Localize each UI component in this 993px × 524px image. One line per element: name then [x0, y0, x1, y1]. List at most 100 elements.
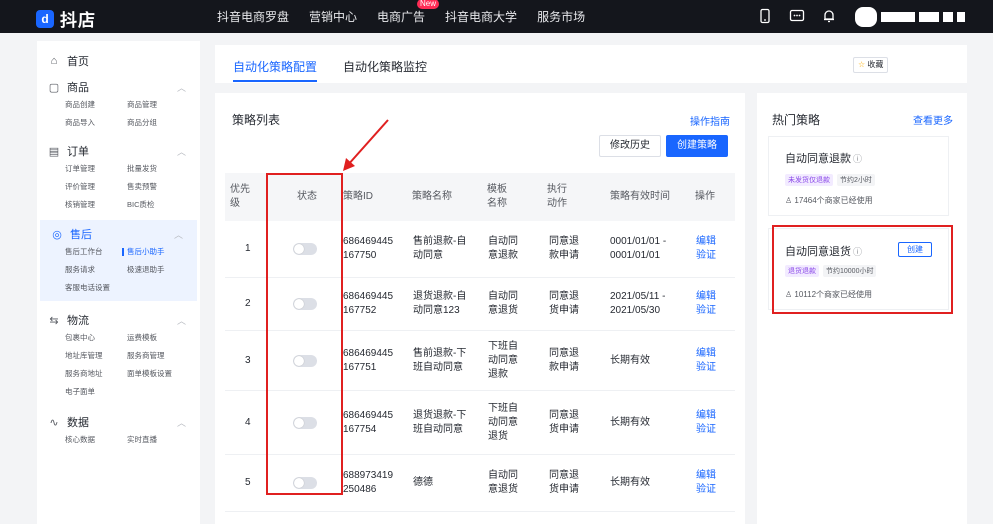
favorite-button[interactable]: ☆ 收藏	[853, 57, 889, 73]
sidebar-subitem-current[interactable]: 售后小助手	[122, 245, 200, 259]
shopping-bag-icon: ▢	[48, 81, 60, 94]
users-icon: ♙	[785, 196, 795, 205]
tab-strategy-config[interactable]: 自动化策略配置	[233, 58, 318, 82]
verify-link[interactable]: 验证	[696, 423, 716, 437]
chevron-up-icon[interactable]: ︿	[177, 145, 186, 158]
sidebar-subitems: 商品创建 商品管理 商品导入 商品分组	[37, 98, 200, 136]
priority-cell: 4	[245, 416, 251, 428]
annotation-box-status-column	[266, 173, 343, 495]
sidebar-subitem[interactable]: 包裹中心	[65, 331, 127, 345]
strategy-name-cell: 售前退款-自 动同意	[413, 236, 467, 261]
sidebar-subitem[interactable]: 商品导入	[65, 116, 127, 130]
sidebar-item-orders[interactable]: ▤ 订单 ︿	[37, 140, 200, 162]
column-header: 优先级	[230, 184, 250, 209]
sidebar-group-home: ⌂ 首页	[37, 50, 200, 72]
sidebar-subitems: 订单管理 批量发货 评价管理 售卖预警 核销管理 BIC质检	[37, 162, 200, 218]
sidebar-subitem[interactable]: BIC质检	[127, 198, 200, 212]
sidebar-subitem[interactable]: 商品管理	[127, 98, 200, 112]
tag-list: 未发货仅退款 节约2小时	[785, 174, 875, 186]
nav-compass[interactable]: 抖音电商罗盘	[217, 8, 289, 25]
verify-link[interactable]: 验证	[696, 304, 716, 318]
sidebar-group-label: 物流	[67, 315, 89, 327]
strategy-id-cell: 686469445 167750	[343, 236, 394, 261]
nav-service-market[interactable]: 服务市场	[537, 8, 585, 25]
sidebar-subitem[interactable]: 面单模板设置	[127, 367, 200, 381]
bell-icon[interactable]	[820, 8, 837, 25]
template-cell: 自动同 意退货	[488, 291, 518, 316]
hot-strategy-title: 自动同意退款	[785, 153, 851, 165]
column-header: 策略名称	[412, 191, 452, 202]
edit-link[interactable]: 编辑	[696, 409, 716, 423]
nav-ads[interactable]: 电商广告 New	[377, 0, 440, 25]
strategy-id-cell: 686469445 167752	[343, 291, 394, 316]
verify-link[interactable]: 验证	[696, 483, 716, 497]
sidebar-subitem[interactable]: 评价管理	[65, 180, 127, 194]
view-more-link[interactable]: 查看更多	[913, 112, 953, 127]
sidebar-subitem[interactable]: 极速退助手	[127, 263, 200, 277]
create-strategy-button[interactable]: 创建策略	[666, 135, 728, 157]
sidebar-subitem[interactable]: 订单管理	[65, 162, 127, 176]
edit-link[interactable]: 编辑	[696, 347, 716, 361]
tab-strategy-monitor[interactable]: 自动化策略监控	[343, 58, 427, 75]
sidebar-subitem[interactable]: 批量发货	[127, 162, 200, 176]
sidebar-subitem[interactable]: 商品创建	[65, 98, 127, 112]
nav-university[interactable]: 抖音电商大学	[445, 8, 517, 25]
priority-cell: 3	[245, 354, 251, 366]
top-nav: 抖音电商罗盘 营销中心 电商广告 New 抖音电商大学 服务市场	[217, 0, 585, 33]
strategy-name-cell: 售前退款-下 班自动同意	[413, 347, 467, 373]
sidebar-subitem[interactable]: 服务商管理	[127, 349, 200, 363]
section-title: 策略列表	[232, 113, 281, 127]
section-title: 热门策略	[772, 113, 821, 127]
sidebar-subitem[interactable]: 核销管理	[65, 198, 127, 212]
chevron-up-icon[interactable]: ︿	[177, 314, 186, 327]
guide-link[interactable]: 操作指南	[690, 113, 730, 128]
sidebar-subitem[interactable]: 客服电话设置	[65, 281, 127, 295]
verify-link[interactable]: 验证	[696, 361, 716, 375]
sidebar-subitem[interactable]: 电子面单	[65, 385, 127, 399]
sidebar-subitem[interactable]: 运费模板	[127, 331, 200, 345]
logo[interactable]: d 抖店	[36, 6, 96, 31]
nav-marketing[interactable]: 营销中心	[309, 8, 357, 25]
sidebar-subitem[interactable]: 售卖预警	[127, 180, 200, 194]
sidebar-item-data[interactable]: ∿ 数据 ︿	[37, 411, 200, 433]
avatar	[855, 7, 877, 27]
help-icon: ⓘ	[853, 154, 863, 164]
sidebar-subitem[interactable]: 售后工作台	[65, 245, 127, 259]
edit-link[interactable]: 编辑	[696, 469, 716, 483]
tab-label: 自动化策略配置	[233, 60, 318, 74]
sidebar-subitem[interactable]: 服务请求	[65, 263, 127, 277]
usage-count: ♙ 17464个商家已经使用	[785, 195, 873, 206]
strategy-id-cell: 686469445 167754	[343, 409, 394, 435]
tag: 未发货仅退款	[785, 174, 833, 186]
operations-cell: 编辑 验证	[696, 278, 716, 330]
sidebar-group-label: 售后	[70, 229, 92, 241]
sidebar-item-home[interactable]: ⌂ 首页	[37, 50, 200, 72]
chevron-up-icon[interactable]: ︿	[174, 228, 183, 241]
message-icon[interactable]	[788, 8, 805, 25]
operations-cell: 编辑 验证	[696, 391, 716, 454]
history-button[interactable]: 修改历史	[599, 135, 661, 157]
action-cell: 同意退 款申请	[549, 236, 579, 261]
valid-time-cell: 长期有效	[610, 354, 650, 366]
edit-link[interactable]: 编辑	[696, 290, 716, 304]
sidebar-subitem[interactable]: 服务商地址	[65, 367, 127, 381]
sidebar-subitems: 售后工作台 售后小助手 服务请求 极速退助手 客服电话设置	[40, 245, 197, 301]
sidebar: ⌂ 首页 ▢ 商品 ︿ 商品创建 商品管理 商品导入 商品分组 ▤ 订单 ︿ 订…	[37, 41, 200, 524]
sidebar-item-logistics[interactable]: ⇆ 物流 ︿	[37, 309, 200, 331]
chevron-up-icon[interactable]: ︿	[177, 81, 186, 94]
user-menu[interactable]	[855, 7, 965, 27]
hot-strategy-item[interactable]: 自动同意退款 ⓘ 未发货仅退款 节约2小时 ♙ 17464个商家已经使用	[768, 136, 949, 216]
chevron-up-icon[interactable]: ︿	[177, 416, 186, 429]
verify-link[interactable]: 验证	[696, 249, 716, 263]
edit-link[interactable]: 编辑	[696, 235, 716, 249]
sidebar-item-after-sales[interactable]: ◎ 售后 ︿	[40, 223, 197, 245]
phone-icon[interactable]	[756, 8, 773, 25]
valid-time-cell: 长期有效	[610, 416, 650, 428]
sidebar-subitem[interactable]: 商品分组	[127, 116, 200, 130]
sidebar-subitem[interactable]: 实时直播	[127, 433, 200, 447]
sidebar-subitem[interactable]: 核心数据	[65, 433, 127, 447]
column-header: 操作	[695, 191, 715, 202]
favorite-label: 收藏	[867, 60, 884, 69]
sidebar-item-goods[interactable]: ▢ 商品 ︿	[37, 76, 200, 98]
sidebar-subitem[interactable]: 地址库管理	[65, 349, 127, 363]
